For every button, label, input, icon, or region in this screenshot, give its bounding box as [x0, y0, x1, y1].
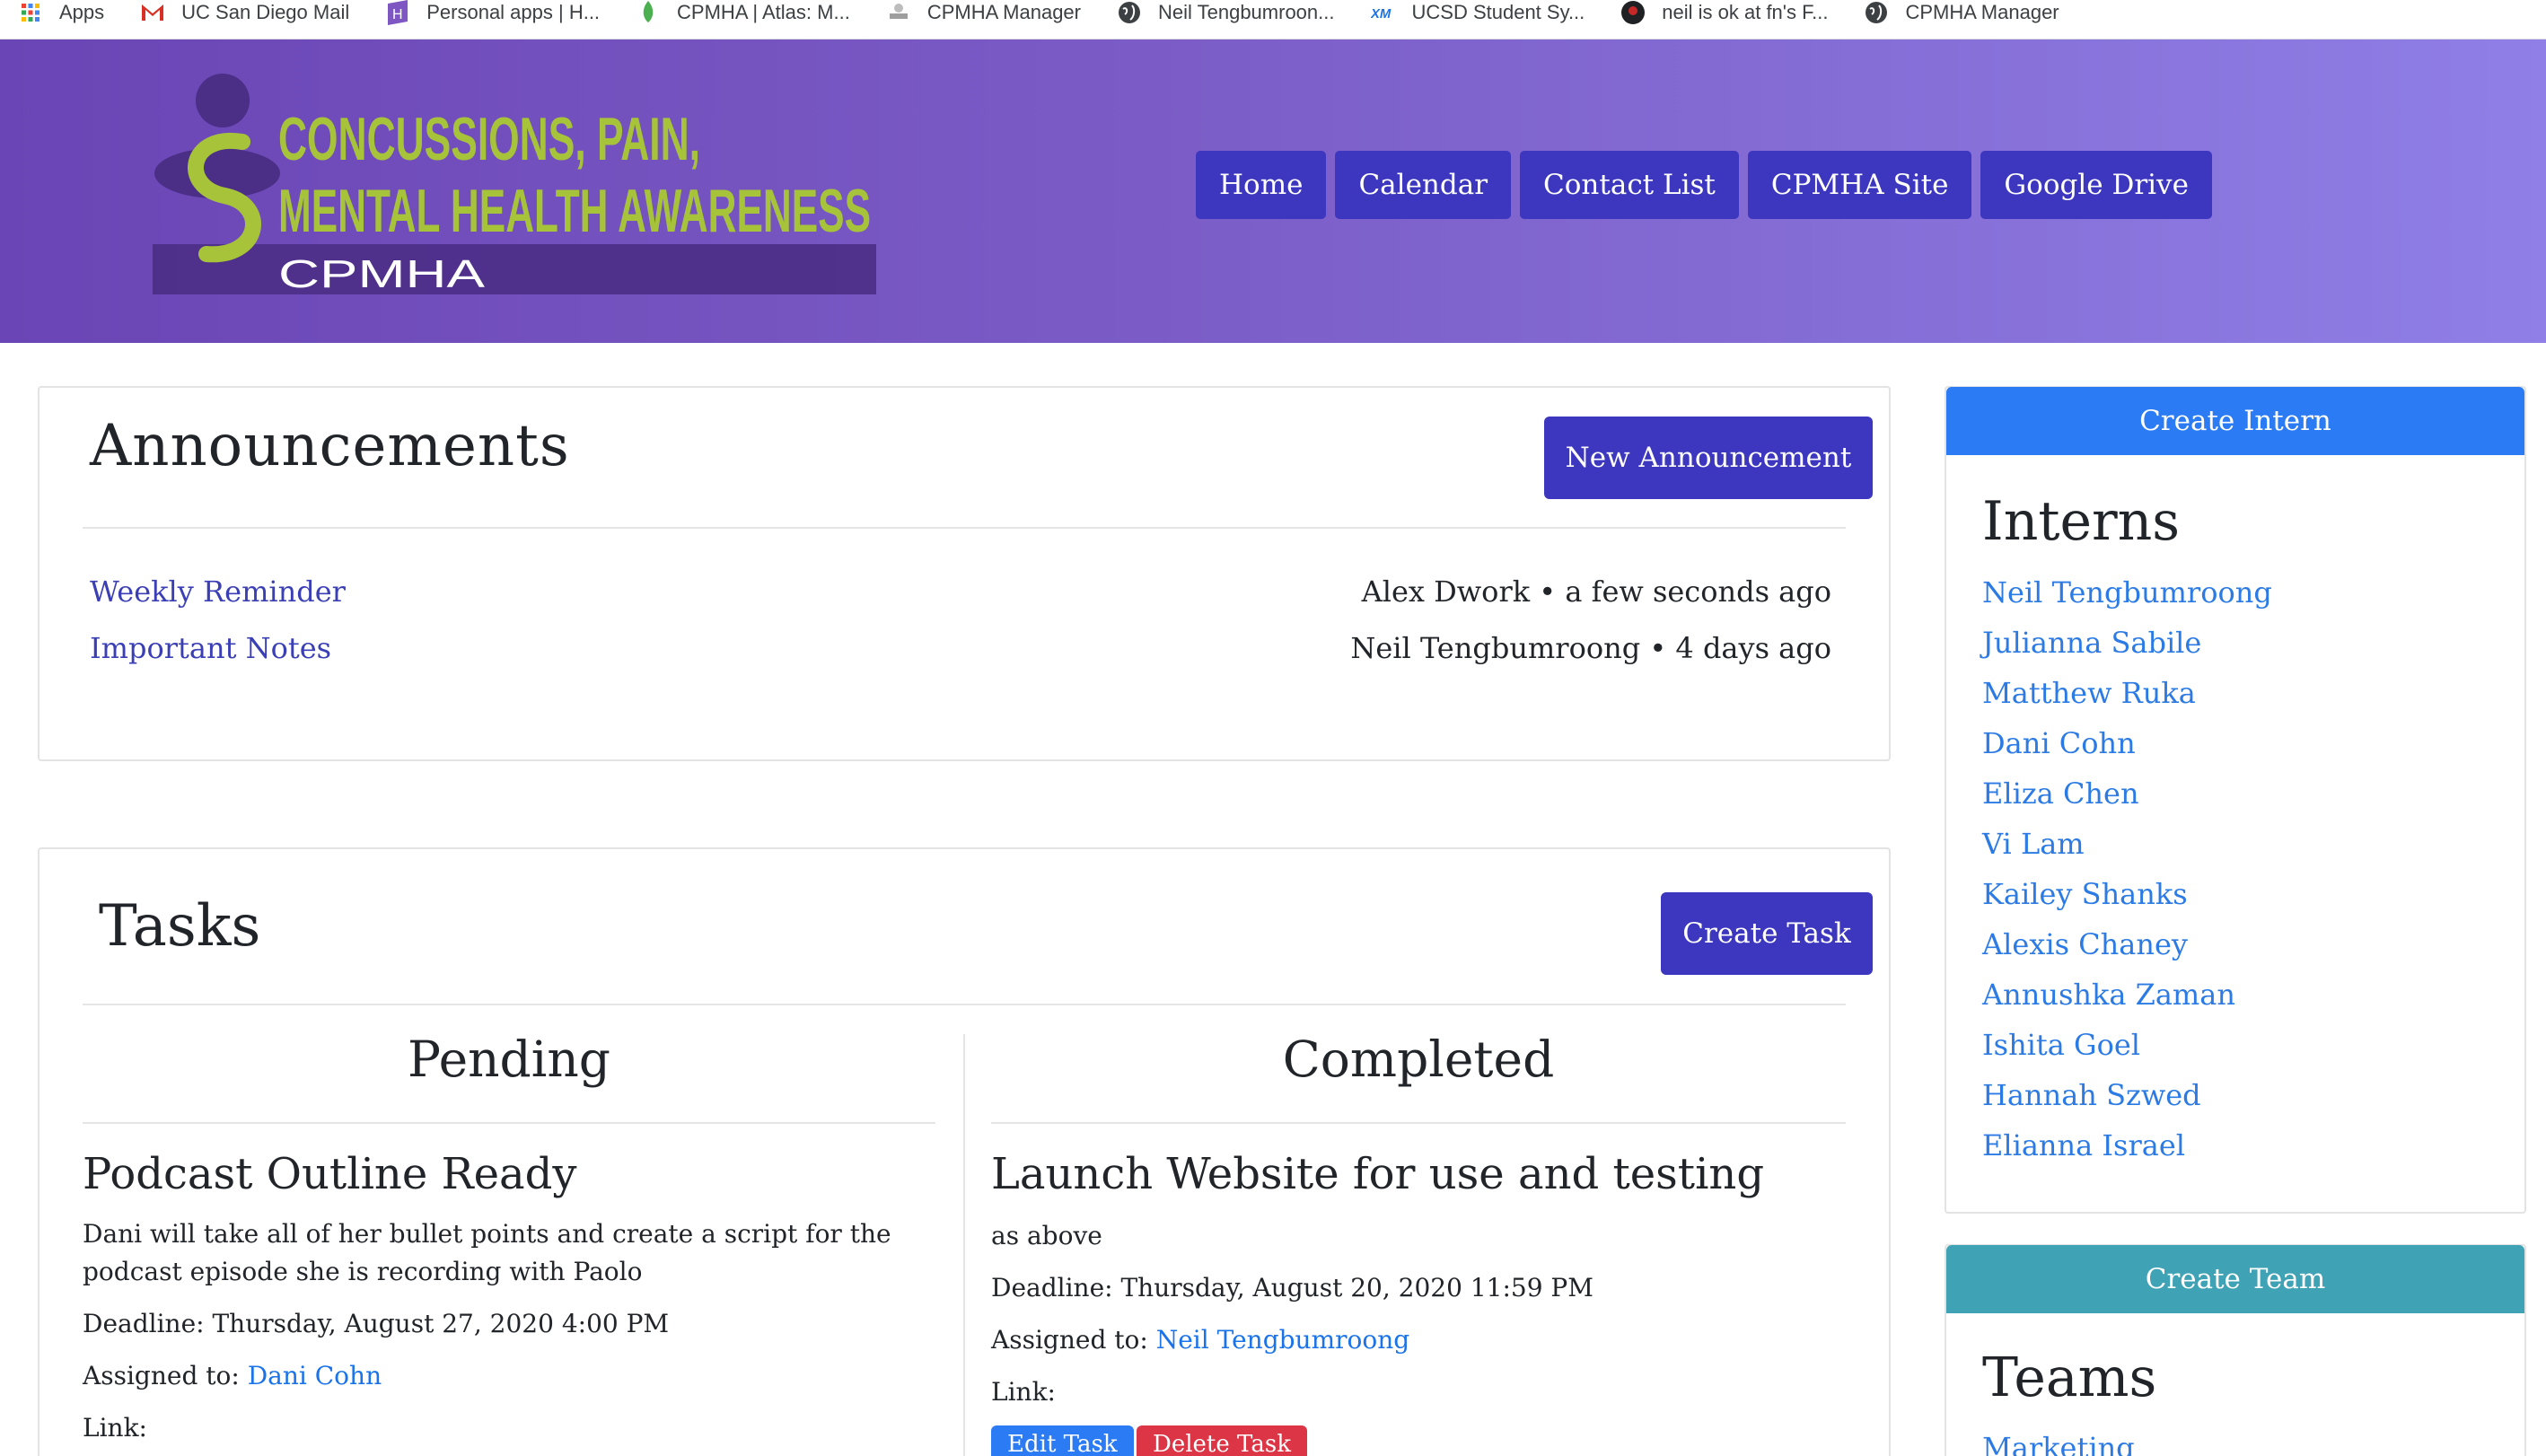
team-link[interactable]: Marketing [1982, 1431, 2135, 1456]
bookmark-label: Neil Tengbumroon... [1158, 0, 1335, 23]
bookmark-label: UCSD Student Sy... [1411, 0, 1585, 23]
bookmark-label: Personal apps | H... [426, 0, 601, 23]
avatar-icon [1620, 0, 1646, 25]
task-title: Podcast Outline Ready [83, 1149, 577, 1199]
divider [83, 1122, 935, 1124]
create-intern-button[interactable]: Create Intern [1946, 387, 2524, 455]
logo-line3: CPMHA [278, 252, 486, 296]
divider [991, 1122, 1846, 1124]
xm-icon: XM [1371, 0, 1396, 25]
task-deadline: Deadline: Thursday, August 27, 2020 4:00… [83, 1309, 670, 1338]
globe-icon [1117, 0, 1142, 25]
assignee-link[interactable]: Dani Cohn [248, 1361, 382, 1390]
task-title: Launch Website for use and testing [991, 1149, 1765, 1199]
assignee-link[interactable]: Neil Tengbumroong [1156, 1325, 1409, 1355]
intern-link[interactable]: Julianna Sabile [1982, 621, 2272, 671]
bookmark-label: CPMHA | Atlas: M... [677, 0, 850, 23]
site-header: CONCUSSIONS, PAIN, MENTAL HEALTH AWARENE… [0, 39, 2546, 343]
bookmark-ucsd-mail[interactable]: UC San Diego Mail [140, 0, 349, 25]
task-description-line: Dani will take all of her bullet points … [83, 1219, 891, 1249]
bookmark-neil[interactable]: Neil Tengbumroon... [1117, 0, 1335, 25]
intern-link[interactable]: Neil Tengbumroong [1982, 571, 2272, 621]
h-app-icon: H [385, 0, 410, 25]
bookmarks-bar: Apps UC San Diego Mail H Personal apps |… [0, 0, 2546, 39]
announcement-link[interactable]: Important Notes [90, 631, 331, 665]
assigned-label: Assigned to: [991, 1325, 1148, 1355]
announcement-meta: Alex Dwork • a few seconds ago [1361, 575, 1831, 609]
task-assigned: Assigned to: Dani Cohn [83, 1361, 382, 1390]
task-assigned: Assigned to: Neil Tengbumroong [991, 1325, 1409, 1355]
bookmark-cpmha-manager[interactable]: CPMHA Manager [886, 0, 1081, 25]
tasks-title: Tasks [99, 893, 261, 960]
bookmark-label: neil is ok at fn's F... [1662, 0, 1829, 23]
bookmark-label: CPMHA Manager [1905, 0, 2059, 23]
divider [83, 1004, 1846, 1005]
task-description-line: podcast episode she is recording with Pa… [83, 1257, 643, 1286]
intern-link[interactable]: Elianna Israel [1982, 1124, 2272, 1174]
bookmark-atlas[interactable]: CPMHA | Atlas: M... [636, 0, 850, 25]
logo-line2: MENTAL HEALTH AWARENESS [278, 177, 871, 245]
cpmha-logo[interactable]: CONCUSSIONS, PAIN, MENTAL HEALTH AWARENE… [153, 70, 880, 329]
bookmark-label: UC San Diego Mail [181, 0, 350, 23]
intern-link[interactable]: Ishita Goel [1982, 1023, 2272, 1074]
delete-task-button[interactable]: Delete Task [1137, 1425, 1307, 1456]
bookmark-label: Apps [59, 0, 105, 23]
new-announcement-button[interactable]: New Announcement [1544, 417, 1873, 499]
intern-link[interactable]: Matthew Ruka [1982, 671, 2272, 722]
globe-icon [1864, 0, 1889, 25]
task-link-label: Link: [83, 1413, 147, 1443]
edit-task-button[interactable]: Edit Task [991, 1425, 1134, 1456]
intern-link[interactable]: Eliza Chen [1982, 772, 2272, 822]
intern-link[interactable]: Vi Lam [1982, 822, 2272, 873]
intern-link[interactable]: Dani Cohn [1982, 722, 2272, 772]
task-deadline: Deadline: Thursday, August 20, 2020 11:5… [991, 1273, 1593, 1303]
column-divider [963, 1034, 965, 1456]
announcement-meta: Neil Tengbumroong • 4 days ago [1350, 631, 1831, 665]
svg-text:H: H [392, 7, 403, 22]
task-link-label: Link: [991, 1377, 1056, 1407]
bookmark-personal-apps[interactable]: H Personal apps | H... [385, 0, 600, 25]
nav-contact-list[interactable]: Contact List [1520, 151, 1739, 219]
apps-grid-icon [18, 0, 43, 25]
svg-text:XM: XM [1371, 6, 1392, 21]
task-description: as above [991, 1221, 1102, 1250]
intern-link[interactable]: Alexis Chaney [1982, 923, 2272, 973]
pending-title: Pending [408, 1031, 610, 1088]
nav-cpmha-site[interactable]: CPMHA Site [1747, 151, 1972, 219]
leaf-icon [636, 0, 661, 25]
intern-link[interactable]: Hannah Szwed [1982, 1074, 2272, 1124]
task-description: Dani will take all of her bullet points … [83, 1215, 891, 1291]
assigned-label: Assigned to: [83, 1361, 240, 1390]
manager-icon [886, 0, 911, 25]
nav-calendar[interactable]: Calendar [1335, 151, 1512, 219]
intern-link[interactable]: Kailey Shanks [1982, 873, 2272, 923]
bookmark-label: CPMHA Manager [926, 0, 1081, 23]
teams-title: Teams [1982, 1346, 2157, 1409]
nav-google-drive[interactable]: Google Drive [1980, 151, 2212, 219]
interns-title: Interns [1982, 490, 2181, 553]
intern-list: Neil Tengbumroong Julianna Sabile Matthe… [1982, 571, 2272, 1174]
bookmark-cpmha-manager-2[interactable]: CPMHA Manager [1864, 0, 2059, 25]
create-task-button[interactable]: Create Task [1661, 892, 1873, 975]
completed-title: Completed [1282, 1031, 1555, 1088]
logo-line1: CONCUSSIONS, PAIN, [278, 105, 700, 173]
announcement-link[interactable]: Weekly Reminder [90, 575, 346, 609]
create-team-button[interactable]: Create Team [1946, 1245, 2524, 1313]
intern-link[interactable]: Annushka Zaman [1982, 973, 2272, 1023]
divider [83, 527, 1846, 529]
main-nav: Home Calendar Contact List CPMHA Site Go… [1196, 151, 2212, 219]
bookmark-ucsd-student[interactable]: XM UCSD Student Sy... [1371, 0, 1585, 25]
announcements-title: Announcements [90, 413, 570, 479]
bookmark-apps[interactable]: Apps [18, 0, 104, 25]
gmail-icon [140, 0, 165, 25]
nav-home[interactable]: Home [1196, 151, 1327, 219]
bookmark-neil-fn[interactable]: neil is ok at fn's F... [1620, 0, 1828, 25]
